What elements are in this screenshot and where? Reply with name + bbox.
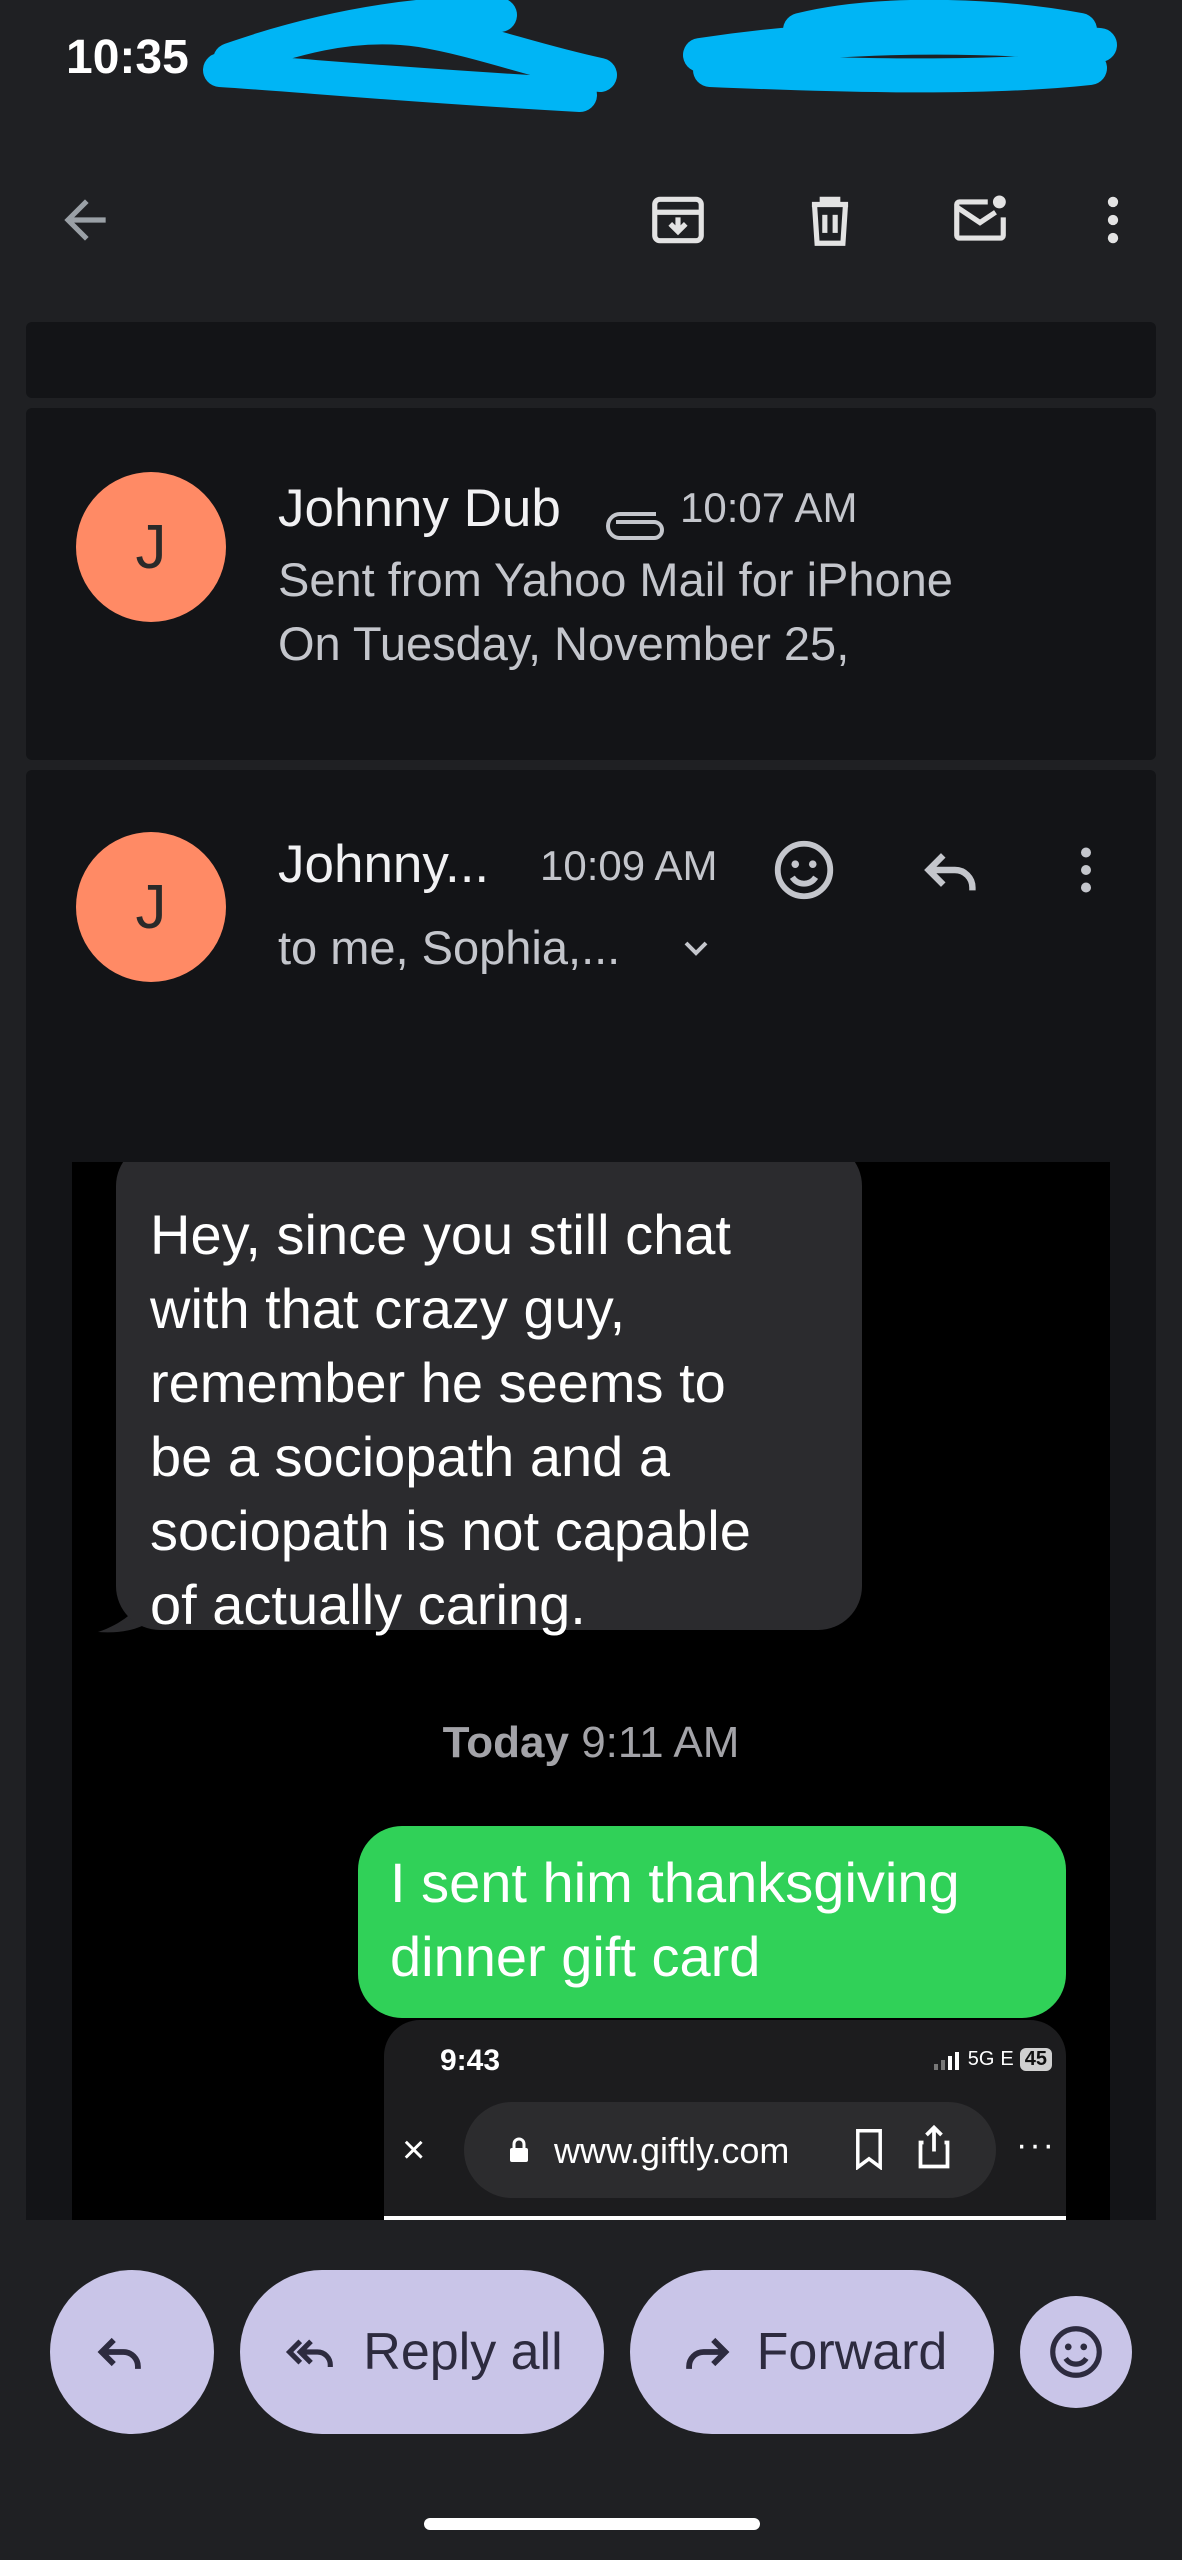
battery-level: 45 bbox=[1019, 2048, 1052, 2071]
message-time: 10:09 AM bbox=[540, 842, 718, 889]
archive-icon bbox=[652, 196, 704, 244]
timestamp-day: Today bbox=[442, 1718, 569, 1767]
paperclip-icon bbox=[606, 512, 664, 540]
collapsed-messages[interactable] bbox=[26, 322, 1156, 398]
reply-all-label: Reply all bbox=[363, 2323, 563, 2381]
phone-time: 9:43 bbox=[440, 2044, 501, 2077]
network-suffix: E bbox=[1000, 2048, 1014, 2070]
network-type: 5G bbox=[967, 2048, 995, 2070]
browser-more: ··· bbox=[1016, 2126, 1056, 2164]
more-vertical-icon bbox=[1107, 196, 1119, 244]
reply-action-button[interactable] bbox=[50, 2270, 214, 2434]
trash-icon bbox=[811, 196, 849, 246]
more-options-button[interactable] bbox=[1078, 185, 1148, 255]
back-button[interactable] bbox=[50, 185, 120, 255]
reply-icon bbox=[924, 853, 976, 891]
recipients[interactable]: to me, Sophia,... bbox=[278, 920, 620, 975]
lock-icon bbox=[510, 2137, 528, 2162]
outgoing-message-text: I sent him thanksgiving dinner gift card bbox=[390, 1851, 960, 1988]
add-reaction-button[interactable] bbox=[766, 832, 842, 908]
timestamp-time: 9:11 AM bbox=[581, 1718, 740, 1767]
email-toolbar bbox=[0, 150, 1182, 290]
close-icon: × bbox=[402, 2128, 426, 2172]
arrow-left-icon bbox=[64, 199, 106, 241]
embedded-screenshot[interactable]: Hey, since you still chat with that craz… bbox=[72, 1162, 1110, 2220]
mark-unread-button[interactable] bbox=[945, 185, 1015, 255]
incoming-message-text: Hey, since you still chat with that craz… bbox=[150, 1203, 751, 1636]
browser-url: www.giftly.com bbox=[554, 2130, 790, 2171]
emoji-reaction-button[interactable] bbox=[1020, 2296, 1132, 2408]
more-vertical-icon bbox=[1081, 847, 1091, 893]
home-indicator[interactable] bbox=[424, 2518, 760, 2530]
bookmark-icon bbox=[856, 2129, 882, 2170]
browser-url-bar: www.giftly.com bbox=[464, 2102, 996, 2198]
reply-all-icon bbox=[286, 2339, 334, 2367]
message-time: 10:07 AM bbox=[680, 484, 858, 531]
incoming-message-bubble: Hey, since you still chat with that craz… bbox=[116, 1162, 862, 1636]
forward-icon bbox=[685, 2337, 730, 2369]
chevron-down-icon[interactable] bbox=[676, 928, 716, 968]
avatar: J bbox=[76, 832, 226, 982]
avatar: J bbox=[76, 472, 226, 622]
signal-icon bbox=[933, 2051, 959, 2070]
sender-name: Johnny Dub bbox=[278, 479, 561, 538]
message-more-button[interactable] bbox=[1056, 832, 1116, 908]
sender-name: Johnny... bbox=[278, 835, 490, 894]
mail-unread-icon bbox=[954, 195, 1006, 241]
delete-button[interactable] bbox=[795, 185, 865, 255]
forward-button[interactable]: Forward bbox=[630, 2270, 994, 2434]
status-time: 10:35 bbox=[66, 31, 189, 84]
redaction-scribble-left bbox=[203, 0, 617, 112]
forward-label: Forward bbox=[756, 2323, 948, 2381]
share-icon bbox=[918, 2124, 950, 2169]
message-timestamp: Today 9:11 AM bbox=[72, 1718, 1110, 1768]
reply-all-button[interactable]: Reply all bbox=[240, 2270, 604, 2434]
reply-icon bbox=[97, 2337, 141, 2369]
message-card-collapsed[interactable]: J Johnny Dub 10:07 AM Sent from Yahoo Ma… bbox=[26, 408, 1156, 760]
emoji-icon bbox=[1050, 2326, 1102, 2378]
outgoing-message-bubble: I sent him thanksgiving dinner gift card bbox=[358, 1826, 1066, 2018]
redaction-scribble-right bbox=[683, 0, 1117, 93]
emoji-icon bbox=[774, 840, 834, 900]
phone-screenshot: 9:43 5G E 45 × www.giftly.com ··· bbox=[384, 2020, 1066, 2220]
archive-button[interactable] bbox=[643, 185, 713, 255]
phone-status-icons: 5G E 45 bbox=[933, 2048, 1052, 2071]
snippet-line-2: On Tuesday, November 25, bbox=[278, 617, 850, 670]
status-bar: 10:35 bbox=[0, 0, 1182, 120]
snippet-line-1: Sent from Yahoo Mail for iPhone bbox=[278, 553, 953, 606]
reply-button[interactable] bbox=[914, 832, 990, 908]
